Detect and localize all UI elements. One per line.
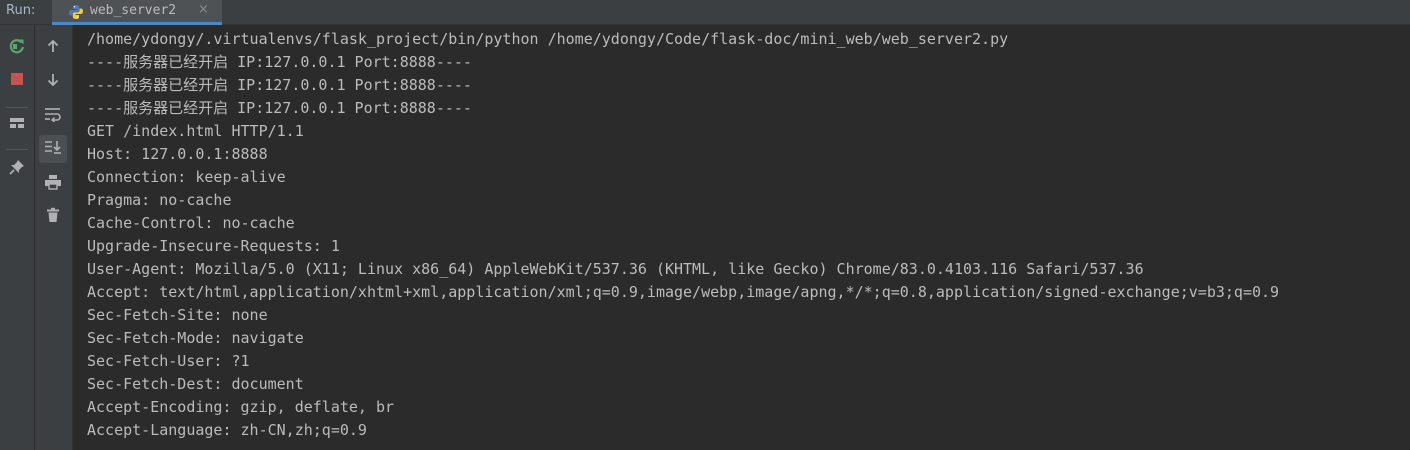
next-occurrence-button[interactable] bbox=[39, 68, 67, 96]
trash-icon bbox=[45, 207, 61, 227]
layout-button[interactable] bbox=[3, 111, 31, 139]
divider bbox=[6, 149, 28, 150]
console-line: /home/ydongy/.virtualenvs/flask_project/… bbox=[87, 30, 1009, 48]
console-line: Accept-Language: zh-CN,zh;q=0.9 bbox=[87, 421, 367, 439]
console-line: Pragma: no-cache bbox=[87, 191, 232, 209]
console-line: Cache-Control: no-cache bbox=[87, 214, 295, 232]
scroll-to-end-button[interactable] bbox=[39, 135, 67, 163]
console-line: Sec-Fetch-Dest: document bbox=[87, 375, 304, 393]
soft-wrap-button[interactable] bbox=[39, 102, 67, 130]
console-line: Host: 127.0.0.1:8888 bbox=[87, 145, 268, 163]
console-line: User-Agent: Mozilla/5.0 (X11; Linux x86_… bbox=[87, 260, 1144, 278]
clear-all-button[interactable] bbox=[39, 203, 67, 231]
print-icon bbox=[44, 174, 62, 194]
previous-occurrence-button[interactable] bbox=[39, 34, 67, 62]
python-icon bbox=[68, 4, 84, 20]
down-arrow-icon bbox=[45, 72, 61, 92]
console-line: ----服务器已经开启 IP:127.0.0.1 Port:8888---- bbox=[87, 99, 472, 117]
up-arrow-icon bbox=[45, 38, 61, 58]
divider bbox=[6, 107, 28, 108]
run-tool-window-header: Run: web_server2 × bbox=[0, 0, 1410, 25]
console-line: Accept: text/html,application/xhtml+xml,… bbox=[87, 283, 1280, 301]
stop-icon bbox=[9, 71, 25, 91]
console-line: ----服务器已经开启 IP:127.0.0.1 Port:8888---- bbox=[87, 76, 472, 94]
pin-button[interactable] bbox=[3, 155, 31, 183]
console-line: Sec-Fetch-Site: none bbox=[87, 306, 268, 324]
run-toolbar-left bbox=[0, 25, 35, 450]
soft-wrap-icon bbox=[44, 106, 62, 126]
layout-icon bbox=[9, 115, 25, 135]
run-label: Run: bbox=[6, 3, 36, 18]
print-button[interactable] bbox=[39, 170, 67, 198]
close-icon[interactable]: × bbox=[198, 2, 209, 17]
tab-label: web_server2 bbox=[90, 3, 177, 18]
console-output[interactable]: /home/ydongy/.virtualenvs/flask_project/… bbox=[73, 25, 1410, 450]
run-toolbar-right bbox=[35, 25, 73, 450]
scroll-to-end-icon bbox=[44, 139, 62, 159]
stop-button[interactable] bbox=[3, 67, 31, 95]
console-line: GET /index.html HTTP/1.1 bbox=[87, 122, 304, 140]
rerun-button[interactable] bbox=[3, 34, 31, 62]
console-line: Upgrade-Insecure-Requests: 1 bbox=[87, 237, 340, 255]
console-line: ----服务器已经开启 IP:127.0.0.1 Port:8888---- bbox=[87, 53, 472, 71]
console-line: Sec-Fetch-User: ?1 bbox=[87, 352, 250, 370]
pin-icon bbox=[9, 159, 25, 179]
console-line: Connection: keep-alive bbox=[87, 168, 286, 186]
console-line: Accept-Encoding: gzip, deflate, br bbox=[87, 398, 395, 416]
tab-web-server2[interactable]: web_server2 × bbox=[52, 0, 222, 25]
console-line: Sec-Fetch-Mode: navigate bbox=[87, 329, 304, 347]
rerun-icon bbox=[8, 37, 26, 59]
